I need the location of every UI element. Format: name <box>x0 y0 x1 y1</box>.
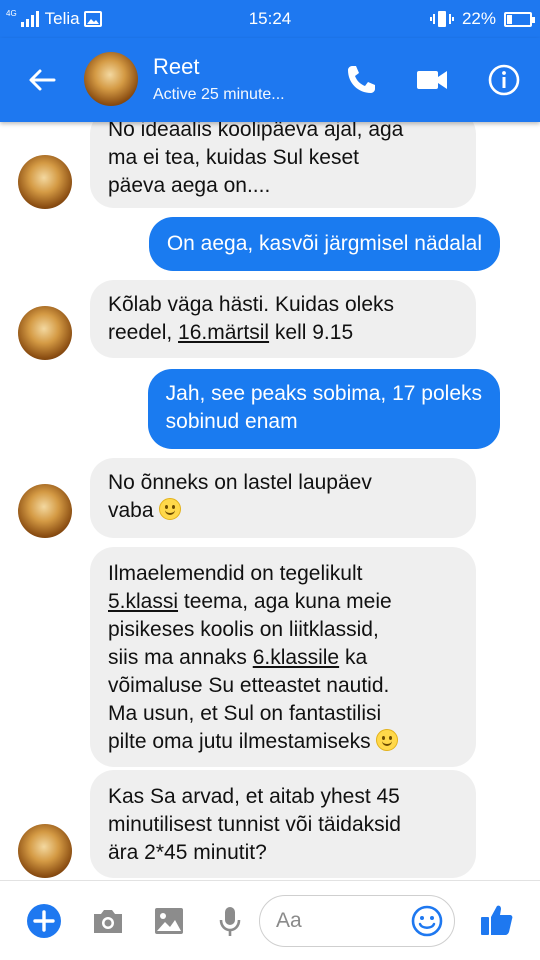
gallery-icon[interactable] <box>151 903 187 939</box>
date-link[interactable]: 16.märtsil <box>178 321 269 344</box>
phone-call-icon[interactable] <box>343 62 379 98</box>
conversation-header: Reet Active 25 minute... <box>0 38 540 122</box>
active-status: Active 25 minute... <box>153 86 285 103</box>
status-bar: 4G Telia 15:24 22% <box>0 0 540 38</box>
smiley-emoji-icon <box>376 729 399 751</box>
grade-link[interactable]: 6.klassile <box>253 646 339 669</box>
grade-link[interactable]: 5.klassi <box>108 590 178 613</box>
video-call-icon[interactable] <box>414 62 450 98</box>
plus-icon[interactable] <box>26 903 62 939</box>
composer-bar <box>0 880 540 960</box>
incoming-message[interactable]: Kas Sa arvad, et aitab yhest 45 minutili… <box>90 770 476 878</box>
smiley-emoji-icon <box>159 498 182 520</box>
message-input[interactable] <box>276 906 396 936</box>
battery-percent: 22% <box>461 9 496 28</box>
incoming-message[interactable]: No ideaalis koolipäeva ajal, aga ma ei t… <box>90 122 476 208</box>
sender-avatar[interactable] <box>18 306 72 360</box>
message-list[interactable]: No ideaalis koolipäeva ajal, aga ma ei t… <box>0 122 540 880</box>
incoming-message[interactable]: Ilmaelemendid on tegelikult 5.klassi tee… <box>90 547 476 767</box>
contact-name[interactable]: Reet <box>153 54 199 80</box>
vibrate-icon <box>429 11 454 27</box>
sender-avatar[interactable] <box>18 824 72 878</box>
info-icon[interactable] <box>486 62 522 98</box>
thumbs-up-icon[interactable] <box>478 901 516 939</box>
camera-icon[interactable] <box>90 903 126 939</box>
sender-avatar[interactable] <box>18 155 72 209</box>
battery-icon <box>504 11 535 27</box>
emoji-icon[interactable] <box>410 904 444 938</box>
incoming-message[interactable]: Kõlab väga hästi. Kuidas oleks reedel, 1… <box>90 280 476 358</box>
message-input-box[interactable] <box>259 895 455 947</box>
sender-avatar[interactable] <box>18 484 72 538</box>
outgoing-message[interactable]: On aega, kasvõi järgmisel nädalal <box>148 217 500 271</box>
incoming-message[interactable]: No õnneks on lastel laupäev vaba <box>90 458 476 538</box>
back-arrow-icon[interactable] <box>26 64 58 96</box>
microphone-icon[interactable] <box>212 903 248 939</box>
outgoing-message[interactable]: Jah, see peaks sobima, 17 poleks sobinud… <box>147 369 500 449</box>
contact-avatar[interactable] <box>84 52 138 106</box>
